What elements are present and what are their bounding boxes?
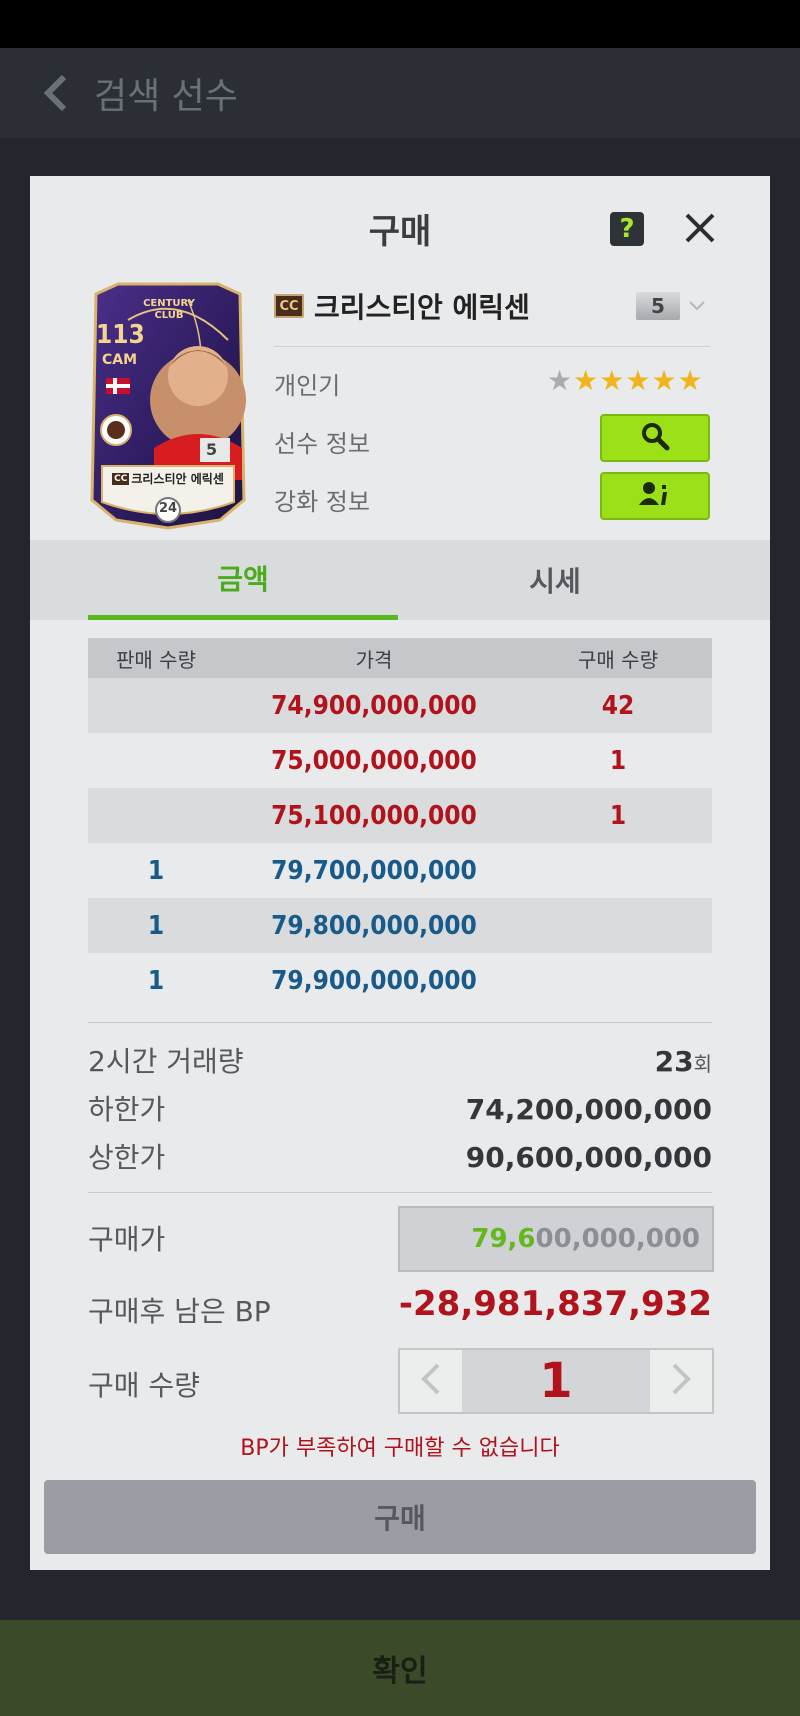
table-row[interactable]: 74,900,000,000 42 xyxy=(88,678,712,733)
purchase-modal: 구매 ? 113 CAM CENTURY CLUB 5 CC 크리스티안 에릭센… xyxy=(30,176,770,1570)
confirm-button[interactable]: 확인 xyxy=(0,1620,800,1716)
card-enhance-level: 5 xyxy=(206,440,218,459)
table-row[interactable]: 1 79,800,000,000 xyxy=(88,898,712,953)
card-season-line2: CLUB xyxy=(154,310,184,321)
season-badge: CC xyxy=(274,294,304,318)
star-icon: ★ xyxy=(651,364,677,397)
player-name-row: CC 크리스티안 에릭센 xyxy=(274,286,530,326)
table-row[interactable]: 1 79,900,000,000 xyxy=(88,953,712,1008)
buy-button[interactable]: 구매 xyxy=(44,1480,756,1554)
player-info-button[interactable] xyxy=(600,414,710,462)
trade-volume-unit: 회 xyxy=(693,1052,712,1076)
purchase-price-label: 구매가 xyxy=(88,1223,166,1256)
star-icon: ★ xyxy=(677,364,703,397)
header-sell-qty: 판매 수량 xyxy=(116,647,196,672)
card-name: 크리스티안 에릭센 xyxy=(131,472,224,486)
insufficient-bp-warning: BP가 부족하여 구매할 수 없습니다 xyxy=(240,1436,560,1461)
modal-title: 구매 xyxy=(368,212,432,252)
lower-limit-row: 하한가 74,200,000,000 xyxy=(88,1088,712,1128)
card-season-line1: CENTURY xyxy=(143,298,195,309)
remaining-bp-label: 구매후 남은 BP xyxy=(88,1295,271,1328)
tab-bar: 금액 시세 xyxy=(30,540,770,620)
price-cell: 74,900,000,000 xyxy=(271,690,477,721)
star-icon: ★ xyxy=(547,364,573,397)
price-cell: 75,100,000,000 xyxy=(271,800,477,831)
trade-volume-value: 23회 xyxy=(655,1045,712,1078)
background-header: 검색 선수 xyxy=(0,48,800,138)
back-icon[interactable] xyxy=(36,73,76,113)
sell-qty-cell: 1 xyxy=(147,855,165,886)
trade-volume-number: 23 xyxy=(654,1045,694,1078)
price-cell: 79,800,000,000 xyxy=(271,910,477,941)
tab-price[interactable]: 금액 xyxy=(88,540,398,620)
price-cell: 75,000,000,000 xyxy=(271,745,477,776)
sell-qty-cell: 1 xyxy=(147,965,165,996)
player-info-label: 선수 정보 xyxy=(274,430,370,458)
user-info-icon xyxy=(639,481,671,511)
lower-limit-label: 하한가 xyxy=(88,1093,166,1126)
upper-limit-row: 상한가 90,600,000,000 xyxy=(88,1136,712,1176)
grade-badge: 5 xyxy=(636,292,680,320)
tab-market[interactable]: 시세 xyxy=(400,540,710,620)
price-cell: 79,700,000,000 xyxy=(271,855,477,886)
trade-volume-row: 2시간 거래량 23회 xyxy=(88,1040,712,1080)
buy-qty-cell: 1 xyxy=(609,745,627,776)
popularity-label: 개인기 xyxy=(274,372,341,400)
card-name-plate: CC 크리스티안 에릭센 xyxy=(98,470,238,487)
card-name-badge: CC xyxy=(112,472,130,485)
close-icon[interactable] xyxy=(678,206,722,250)
upper-limit-label: 상한가 xyxy=(88,1141,166,1174)
card-bottom-number: 24 xyxy=(158,501,178,516)
sell-qty-cell: 1 xyxy=(147,910,165,941)
remaining-bp-value: -28,981,837,932 xyxy=(398,1284,712,1324)
divider xyxy=(274,346,710,347)
purchase-price-input[interactable]: 79,6 00,000,000 xyxy=(398,1206,714,1272)
header-price: 가격 xyxy=(355,647,393,672)
table-row[interactable]: 75,100,000,000 1 xyxy=(88,788,712,843)
upper-limit-value: 90,600,000,000 xyxy=(465,1141,712,1174)
purchase-price-rest: 00,000,000 xyxy=(535,1224,700,1254)
card-ovr: 113 xyxy=(96,320,145,350)
buy-qty-cell: 1 xyxy=(609,800,627,831)
status-bar xyxy=(0,0,800,48)
table-header: 판매 수량 가격 구매 수량 xyxy=(88,638,712,678)
purchase-qty-label: 구매 수량 xyxy=(88,1369,200,1402)
lower-limit-value: 74,200,000,000 xyxy=(465,1093,712,1126)
star-icon: ★ xyxy=(599,364,625,397)
trade-volume-label: 2시간 거래량 xyxy=(88,1045,244,1078)
enhance-info-label: 강화 정보 xyxy=(274,488,370,516)
grade-select[interactable]: 5 xyxy=(636,292,706,320)
enhance-info-button[interactable] xyxy=(600,472,710,520)
header-buy-qty: 구매 수량 xyxy=(578,647,658,672)
background-title: 검색 선수 xyxy=(94,76,238,117)
divider xyxy=(88,1192,712,1193)
decrement-button[interactable] xyxy=(400,1350,462,1412)
table-body: 74,900,000,000 42 75,000,000,000 1 75,10… xyxy=(88,678,712,1008)
chevron-right-icon xyxy=(671,1362,691,1400)
star-icon: ★ xyxy=(573,364,599,397)
chevron-left-icon xyxy=(421,1362,441,1400)
card-season: CENTURY CLUB xyxy=(142,298,196,322)
quantity-stepper: 1 xyxy=(398,1348,714,1414)
order-book-table: 판매 수량 가격 구매 수량 74,900,000,000 42 75,000,… xyxy=(88,638,712,1008)
search-icon xyxy=(640,421,670,455)
price-cell: 79,900,000,000 xyxy=(271,965,477,996)
popularity-stars: ★ ★ ★ ★ ★ ★ xyxy=(546,366,703,396)
table-row[interactable]: 75,000,000,000 1 xyxy=(88,733,712,788)
buy-qty-cell: 42 xyxy=(601,690,635,721)
quantity-value: 1 xyxy=(539,1353,573,1409)
chevron-down-icon xyxy=(688,297,706,316)
increment-button[interactable] xyxy=(650,1350,712,1412)
divider xyxy=(88,1022,712,1023)
star-icon: ★ xyxy=(625,364,651,397)
help-button[interactable]: ? xyxy=(610,212,644,246)
purchase-price-highlight: 79,6 xyxy=(471,1224,536,1254)
card-position: CAM xyxy=(102,352,138,368)
player-card-image: 113 CAM CENTURY CLUB 5 CC 크리스티안 에릭센 24 xyxy=(88,280,248,530)
table-row[interactable]: 1 79,700,000,000 xyxy=(88,843,712,898)
player-name: 크리스티안 에릭센 xyxy=(314,291,530,324)
